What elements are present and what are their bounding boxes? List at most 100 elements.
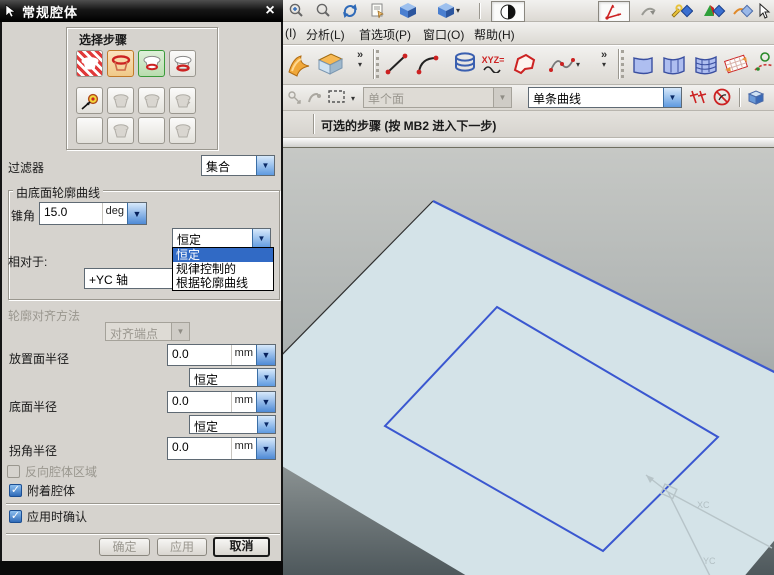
face-filter-combo: 单个面 ▼ <box>363 87 512 108</box>
taper-angle-value[interactable]: 15.0 <box>40 203 102 224</box>
line-icon[interactable] <box>382 48 412 80</box>
step-placement-profile-button[interactable] <box>107 50 134 77</box>
spinner-arrow-icon[interactable]: ▼ <box>256 392 275 412</box>
ok-button: 确定 <box>99 538 150 556</box>
taper-law-dropdown-list: 恒定 规律控制的 根据轮廓曲线 <box>172 247 274 291</box>
step-point-target-button[interactable] <box>76 87 103 114</box>
combo-arrow-icon[interactable]: ▼ <box>252 229 270 248</box>
overflow-button[interactable]: » ▾ <box>357 50 363 70</box>
graphics-area: XC YC <box>212 138 774 575</box>
spinner-arrow-icon[interactable]: ▼ <box>256 345 275 365</box>
cursor-icon[interactable] <box>755 1 773 20</box>
floor-radius-value[interactable]: 0.0 <box>168 392 231 412</box>
curve-analysis-icon[interactable] <box>638 1 660 20</box>
ruled-surface-icon[interactable] <box>628 48 658 80</box>
viewport-top-border <box>283 138 774 148</box>
view-cube-icon[interactable]: ▾ <box>432 1 464 20</box>
placement-radius-field[interactable]: 0.0 mm ▼ <box>167 344 276 366</box>
curve-filter-combo[interactable]: 单条曲线 ▼ <box>528 87 682 108</box>
menu-preferences[interactable]: 首选项(P) <box>359 26 411 43</box>
chain-curves-icon[interactable] <box>687 87 709 106</box>
dialog-titlebar[interactable]: 常规腔体 × <box>0 0 283 22</box>
swept-surface-icon[interactable] <box>285 48 315 80</box>
dialog-title: 常规腔体 <box>22 4 79 20</box>
combo-arrow-icon[interactable]: ▼ <box>663 88 681 107</box>
rectangle-select-icon[interactable] <box>325 87 349 106</box>
curve-on-surface-icon[interactable] <box>751 48 774 80</box>
polygon-icon[interactable] <box>509 48 539 80</box>
refresh-icon[interactable] <box>339 1 361 20</box>
menu-window[interactable]: 窗口(O) <box>423 26 464 43</box>
menu-analysis[interactable]: 分析(L) <box>306 26 345 43</box>
show-shaded-icon[interactable] <box>745 86 767 105</box>
toolbar-drag-handle[interactable] <box>621 50 627 78</box>
step-empty-button <box>76 117 103 144</box>
checkbox-check-icon[interactable]: ✓ <box>9 484 22 497</box>
confirm-on-apply-checkbox[interactable]: ✓ 应用时确认 <box>9 508 87 525</box>
taper-angle-field[interactable]: 15.0 deg ▼ <box>39 202 147 225</box>
dropdown-option[interactable]: 恒定 <box>173 248 273 262</box>
taper-options-arrow-icon[interactable]: ▼ <box>127 203 146 224</box>
step-placement-face-button[interactable] <box>76 50 103 77</box>
attach-pocket-checkbox[interactable]: ✓ 附着腔体 <box>9 482 75 499</box>
combo-arrow-icon[interactable]: ▼ <box>256 156 274 175</box>
object-display-icon[interactable] <box>730 1 756 20</box>
dropdown-caret-icon[interactable]: ▾ <box>576 60 580 69</box>
zoom-in-icon[interactable] <box>285 1 307 20</box>
dialog-drag-arrow-icon <box>5 4 16 18</box>
dropdown-caret-icon[interactable]: ▾ <box>456 6 460 15</box>
toolbar-curves-surfaces: » ▾ XYZ= ▾ » ▾ <box>283 45 774 85</box>
corner-radius-unit: mm <box>230 438 256 459</box>
combo-arrow-icon[interactable]: ▼ <box>257 416 275 433</box>
combo-arrow-icon[interactable]: ▼ <box>257 369 275 386</box>
attach-pocket-label: 附着腔体 <box>27 484 76 498</box>
helix-icon[interactable] <box>450 48 480 80</box>
placement-radius-law-combo[interactable]: 恒定 ▼ <box>189 368 276 387</box>
menu-help[interactable]: 帮助(H) <box>474 26 515 43</box>
paste-icon[interactable] <box>367 1 389 20</box>
profile-align-label: 轮廓对齐方法 <box>8 309 81 323</box>
zoom-icon[interactable] <box>312 1 334 20</box>
step-disabled-button <box>138 87 165 114</box>
dropdown-option[interactable]: 规律控制的 <box>173 262 273 276</box>
taper-law-combo[interactable]: 恒定 ▼ <box>172 228 271 249</box>
close-icon[interactable]: × <box>260 1 280 20</box>
filter-combo[interactable]: 集合 ▼ <box>201 155 275 176</box>
wcs-label-xc: XC <box>697 500 710 510</box>
checkbox-check-icon[interactable]: ✓ <box>9 510 22 523</box>
stop-at-intersection-icon[interactable] <box>711 87 733 106</box>
application-window: ▾ (I) 分析(L) 首选项(P) 窗口(O) 帮助(H) » ▾ XYZ= … <box>0 0 774 575</box>
graphics-window[interactable]: XC YC <box>212 148 774 575</box>
prompt-bar: 可选的步骤 (按 MB2 进入下一步) <box>283 111 774 138</box>
datum-display-icon[interactable] <box>700 1 728 20</box>
arc-icon[interactable] <box>412 48 442 80</box>
spinner-arrow-icon[interactable]: ▼ <box>256 438 275 459</box>
placement-radius-unit: mm <box>230 345 256 365</box>
spline-icon[interactable]: ▾ <box>545 48 583 80</box>
dropdown-option[interactable]: 根据轮廓曲线 <box>173 276 273 290</box>
floor-radius-law-combo[interactable]: 恒定 ▼ <box>189 415 276 434</box>
corner-radius-value[interactable]: 0.0 <box>168 438 231 459</box>
through-curves-icon[interactable] <box>659 48 689 80</box>
shaded-view-icon[interactable] <box>491 1 525 22</box>
curve-mesh-icon[interactable] <box>691 48 721 80</box>
step-floor-face-button[interactable] <box>138 50 165 77</box>
snap-handle-icon[interactable] <box>303 87 325 106</box>
step-floor-profile-button[interactable] <box>169 50 196 77</box>
placement-radius-label: 放置面半径 <box>9 352 70 366</box>
overflow-button[interactable]: » ▾ <box>601 50 607 70</box>
dropdown-caret-icon[interactable]: ▾ <box>351 94 355 103</box>
menu-partial[interactable]: (I) <box>285 26 296 40</box>
display-cube-icon[interactable] <box>397 1 419 20</box>
wcs-display-icon[interactable] <box>598 1 630 22</box>
cancel-button[interactable]: 取消 <box>213 537 270 557</box>
expression-xyz-icon[interactable]: XYZ= <box>480 48 506 80</box>
sheet-body-icon[interactable] <box>315 48 345 80</box>
section-surface-icon[interactable] <box>721 48 751 80</box>
snap-point-icon[interactable] <box>283 87 305 106</box>
placement-radius-value[interactable]: 0.0 <box>168 345 231 365</box>
corner-radius-field[interactable]: 0.0 mm ▼ <box>167 437 276 460</box>
relative-to-combo[interactable]: +YC 轴 <box>84 268 174 289</box>
edit-display-icon[interactable] <box>667 1 695 20</box>
floor-radius-field[interactable]: 0.0 mm ▼ <box>167 391 276 413</box>
